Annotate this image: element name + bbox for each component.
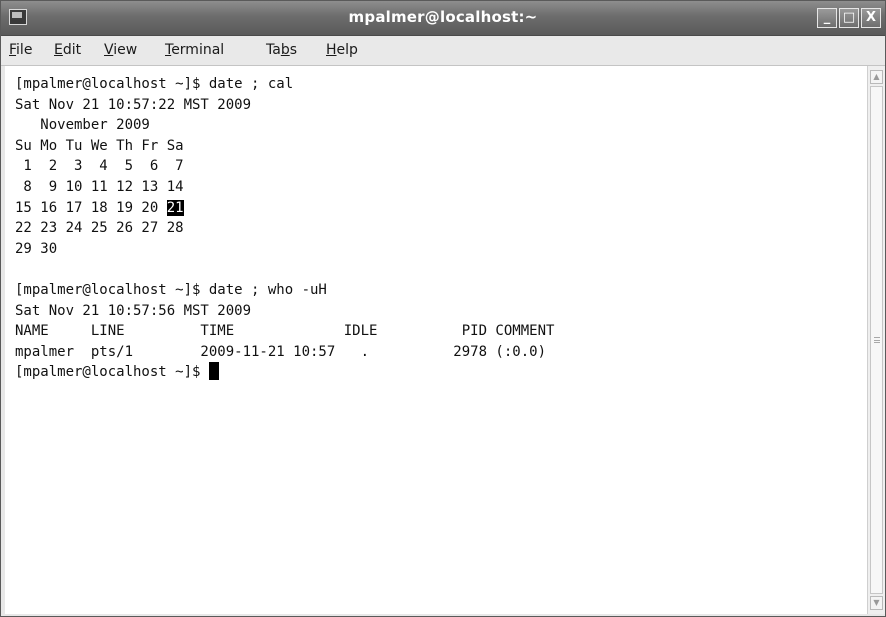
maximize-button[interactable]: □ bbox=[839, 8, 859, 28]
scroll-thumb[interactable] bbox=[870, 86, 883, 594]
window-title: mpalmer@localhost:~ bbox=[348, 8, 538, 26]
terminal-line: 1 2 3 4 5 6 7 bbox=[15, 158, 184, 175]
menu-view[interactable]: View bbox=[104, 42, 137, 58]
menu-tabs[interactable]: Tabs bbox=[266, 42, 297, 58]
menu-file[interactable]: File bbox=[9, 42, 32, 58]
grip-icon bbox=[874, 337, 880, 343]
terminal-window: mpalmer@localhost:~ _ □ X File Edit View… bbox=[0, 0, 886, 617]
menu-edit[interactable]: Edit bbox=[54, 42, 81, 58]
calendar-today-highlight: 21 bbox=[166, 199, 184, 216]
menu-bar: File Edit View Terminal Tabs Help bbox=[1, 36, 885, 66]
terminal-line: Sat Nov 21 10:57:56 MST 2009 bbox=[15, 302, 252, 319]
scroll-down-icon[interactable]: ▼ bbox=[870, 596, 883, 610]
terminal-line: [mpalmer@localhost ~]$ date ; who -uH bbox=[15, 281, 327, 298]
terminal-line: 15 16 17 18 19 20 21 bbox=[15, 198, 554, 219]
terminal-line: November 2009 bbox=[15, 117, 150, 134]
menu-help[interactable]: Help bbox=[326, 42, 358, 58]
terminal-line: 29 30 bbox=[15, 240, 58, 257]
terminal-line: Sat Nov 21 10:57:22 MST 2009 bbox=[15, 96, 252, 113]
vertical-scrollbar[interactable]: ▲ ▼ bbox=[867, 66, 885, 614]
menu-terminal[interactable]: Terminal bbox=[165, 42, 224, 58]
terminal-line: 8 9 10 11 12 13 14 bbox=[15, 178, 184, 195]
terminal-line: 22 23 24 25 26 27 28 bbox=[15, 220, 184, 237]
terminal-line: mpalmer pts/1 2009-11-21 10:57 . 2978 (:… bbox=[15, 343, 547, 360]
terminal-line: [mpalmer@localhost ~]$ date ; cal bbox=[15, 76, 294, 92]
title-bar[interactable]: mpalmer@localhost:~ _ □ X bbox=[1, 1, 885, 36]
terminal-line: Su Mo Tu We Th Fr Sa bbox=[15, 137, 184, 154]
close-button[interactable]: X bbox=[861, 8, 881, 28]
calendar-week-text: 15 16 17 18 19 20 bbox=[15, 199, 167, 216]
shell-prompt: [mpalmer@localhost ~]$ bbox=[15, 364, 209, 381]
terminal-line: [mpalmer@localhost ~]$ bbox=[15, 362, 554, 383]
text-cursor bbox=[208, 362, 219, 381]
terminal-line: NAME LINE TIME IDLE PID COMMENT bbox=[15, 323, 555, 340]
terminal-output[interactable]: [mpalmer@localhost ~]$ date ; cal Sat No… bbox=[5, 66, 867, 614]
scroll-up-icon[interactable]: ▲ bbox=[870, 70, 883, 84]
minimize-button[interactable]: _ bbox=[817, 8, 837, 28]
